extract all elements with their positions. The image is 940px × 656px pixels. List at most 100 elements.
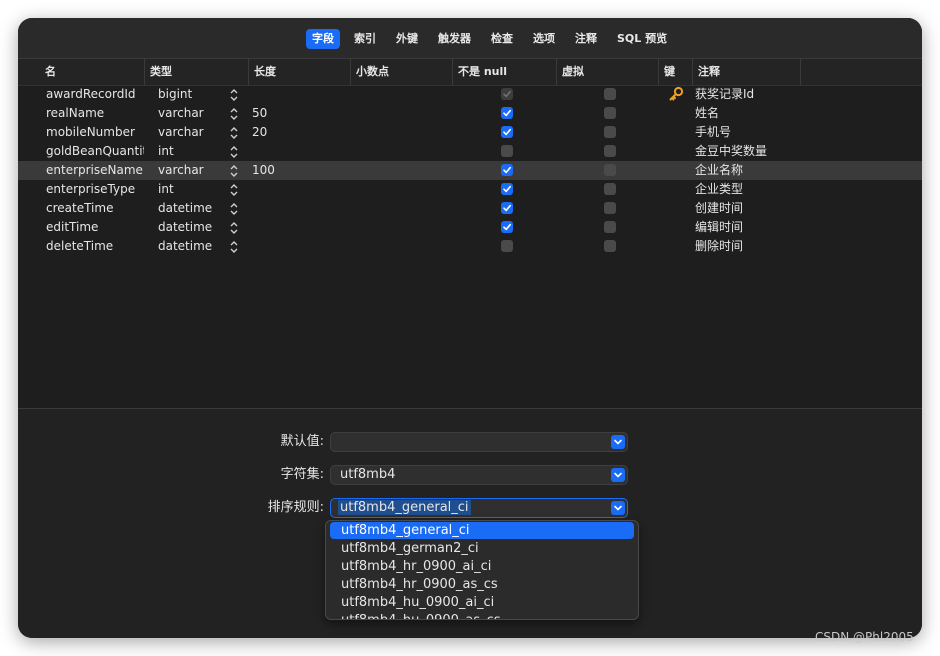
- field-comment[interactable]: 手机号: [695, 123, 799, 142]
- field-comment[interactable]: 企业名称: [695, 161, 799, 180]
- field-type[interactable]: datetime: [158, 199, 228, 218]
- field-type[interactable]: datetime: [158, 237, 228, 256]
- field-name[interactable]: goldBeanQuantit: [46, 142, 144, 161]
- table-row[interactable]: deleteTime datetime 删除时间: [18, 237, 922, 256]
- default-value-select[interactable]: [330, 432, 628, 452]
- field-length[interactable]: 20: [252, 123, 342, 142]
- collation-option[interactable]: utf8mb4_german2_ci: [330, 540, 634, 557]
- column-header-1[interactable]: 类型: [144, 59, 248, 85]
- virtual-checkbox[interactable]: [604, 240, 616, 252]
- not-null-checkbox[interactable]: [501, 240, 513, 252]
- field-length[interactable]: 100: [252, 161, 342, 180]
- field-length[interactable]: [252, 237, 342, 256]
- field-type[interactable]: int: [158, 142, 228, 161]
- type-stepper-icon[interactable]: [229, 145, 239, 159]
- field-type[interactable]: datetime: [158, 218, 228, 237]
- virtual-checkbox[interactable]: [604, 221, 616, 233]
- tab-6[interactable]: 注释: [569, 29, 603, 49]
- virtual-checkbox[interactable]: [604, 88, 616, 100]
- column-header-5[interactable]: 虚拟: [556, 59, 658, 85]
- column-header-row: 名类型 长度 小数点 不是 null 虚拟键注释: [18, 59, 922, 86]
- virtual-checkbox[interactable]: [604, 202, 616, 214]
- type-stepper-icon[interactable]: [229, 126, 239, 140]
- tab-1[interactable]: 索引: [348, 29, 382, 49]
- table-row[interactable]: enterpriseType int 企业类型: [18, 180, 922, 199]
- type-stepper-icon[interactable]: [229, 164, 239, 178]
- tab-7[interactable]: SQL 预览: [611, 29, 673, 49]
- tab-5[interactable]: 选项: [527, 29, 561, 49]
- table-row[interactable]: goldBeanQuantit int 金豆中奖数量: [18, 142, 922, 161]
- column-header-0[interactable]: 名: [40, 59, 144, 85]
- field-name[interactable]: awardRecordId: [46, 85, 144, 104]
- field-length[interactable]: [252, 142, 342, 161]
- field-comment[interactable]: 删除时间: [695, 237, 799, 256]
- not-null-checkbox[interactable]: [501, 164, 513, 176]
- field-length[interactable]: 50: [252, 104, 342, 123]
- not-null-checkbox[interactable]: [501, 126, 513, 138]
- collation-option[interactable]: utf8mb4_hr_0900_ai_ci: [330, 558, 634, 575]
- default-value-label: 默认值:: [280, 434, 324, 449]
- table-row[interactable]: createTime datetime 创建时间: [18, 199, 922, 218]
- not-null-checkbox[interactable]: [501, 145, 513, 157]
- type-stepper-icon[interactable]: [229, 183, 239, 197]
- not-null-checkbox[interactable]: [501, 107, 513, 119]
- field-comment[interactable]: 企业类型: [695, 180, 799, 199]
- field-name[interactable]: editTime: [46, 218, 144, 237]
- field-comment[interactable]: 创建时间: [695, 199, 799, 218]
- virtual-checkbox[interactable]: [604, 164, 616, 176]
- field-length[interactable]: [252, 199, 342, 218]
- field-type[interactable]: bigint: [158, 85, 228, 104]
- column-header-7[interactable]: 注释: [692, 59, 800, 85]
- column-header-3[interactable]: 小数点: [350, 59, 452, 85]
- virtual-checkbox[interactable]: [604, 126, 616, 138]
- virtual-checkbox[interactable]: [604, 145, 616, 157]
- table-row[interactable]: mobileNumber varchar 20 手机号: [18, 123, 922, 142]
- not-null-checkbox[interactable]: [501, 221, 513, 233]
- not-null-checkbox[interactable]: [501, 202, 513, 214]
- field-type[interactable]: varchar: [158, 123, 228, 142]
- field-type[interactable]: varchar: [158, 161, 228, 180]
- field-name[interactable]: realName: [46, 104, 144, 123]
- tab-4[interactable]: 检查: [485, 29, 519, 49]
- type-stepper-icon[interactable]: [229, 202, 239, 216]
- table-row[interactable]: realName varchar 50 姓名: [18, 104, 922, 123]
- type-stepper-icon[interactable]: [229, 221, 239, 235]
- field-name[interactable]: enterpriseType: [46, 180, 144, 199]
- collation-option[interactable]: utf8mb4_hu_0900_ai_ci: [330, 594, 634, 611]
- type-stepper-icon[interactable]: [229, 88, 239, 102]
- field-type[interactable]: varchar: [158, 104, 228, 123]
- type-stepper-icon[interactable]: [229, 107, 239, 121]
- field-length[interactable]: [252, 85, 342, 104]
- field-name[interactable]: deleteTime: [46, 237, 144, 256]
- table-row[interactable]: enterpriseName varchar 100 企业名称: [18, 161, 922, 180]
- field-length[interactable]: [252, 218, 342, 237]
- column-header-2[interactable]: 长度: [248, 59, 350, 85]
- virtual-checkbox[interactable]: [604, 183, 616, 195]
- field-length[interactable]: [252, 180, 342, 199]
- field-comment[interactable]: 获奖记录Id: [695, 85, 799, 104]
- collation-select[interactable]: utf8mb4_general_ci: [330, 498, 628, 518]
- charset-select[interactable]: utf8mb4: [330, 465, 628, 485]
- field-type[interactable]: int: [158, 180, 228, 199]
- field-comment[interactable]: 金豆中奖数量: [695, 142, 799, 161]
- field-comment[interactable]: 姓名: [695, 104, 799, 123]
- tab-2[interactable]: 外键: [390, 29, 424, 49]
- collation-option[interactable]: utf8mb4_hu_0900_as_cs: [330, 612, 634, 619]
- field-name[interactable]: mobileNumber: [46, 123, 144, 142]
- tab-3[interactable]: 触发器: [432, 29, 477, 49]
- tab-0[interactable]: 字段: [306, 29, 340, 49]
- collation-option[interactable]: utf8mb4_hr_0900_as_cs: [330, 576, 634, 593]
- column-header-4[interactable]: 不是 null: [452, 59, 556, 85]
- virtual-checkbox[interactable]: [604, 107, 616, 119]
- collation-option[interactable]: utf8mb4_general_ci: [330, 522, 634, 539]
- not-null-checkbox[interactable]: [501, 88, 513, 100]
- field-name[interactable]: enterpriseName: [46, 161, 144, 180]
- column-header-6[interactable]: 键: [658, 59, 692, 85]
- table-row[interactable]: awardRecordId bigint 获奖记录Id: [18, 85, 922, 104]
- charset-label: 字符集:: [280, 467, 324, 482]
- not-null-checkbox[interactable]: [501, 183, 513, 195]
- field-comment[interactable]: 编辑时间: [695, 218, 799, 237]
- type-stepper-icon[interactable]: [229, 240, 239, 254]
- table-row[interactable]: editTime datetime 编辑时间: [18, 218, 922, 237]
- field-name[interactable]: createTime: [46, 199, 144, 218]
